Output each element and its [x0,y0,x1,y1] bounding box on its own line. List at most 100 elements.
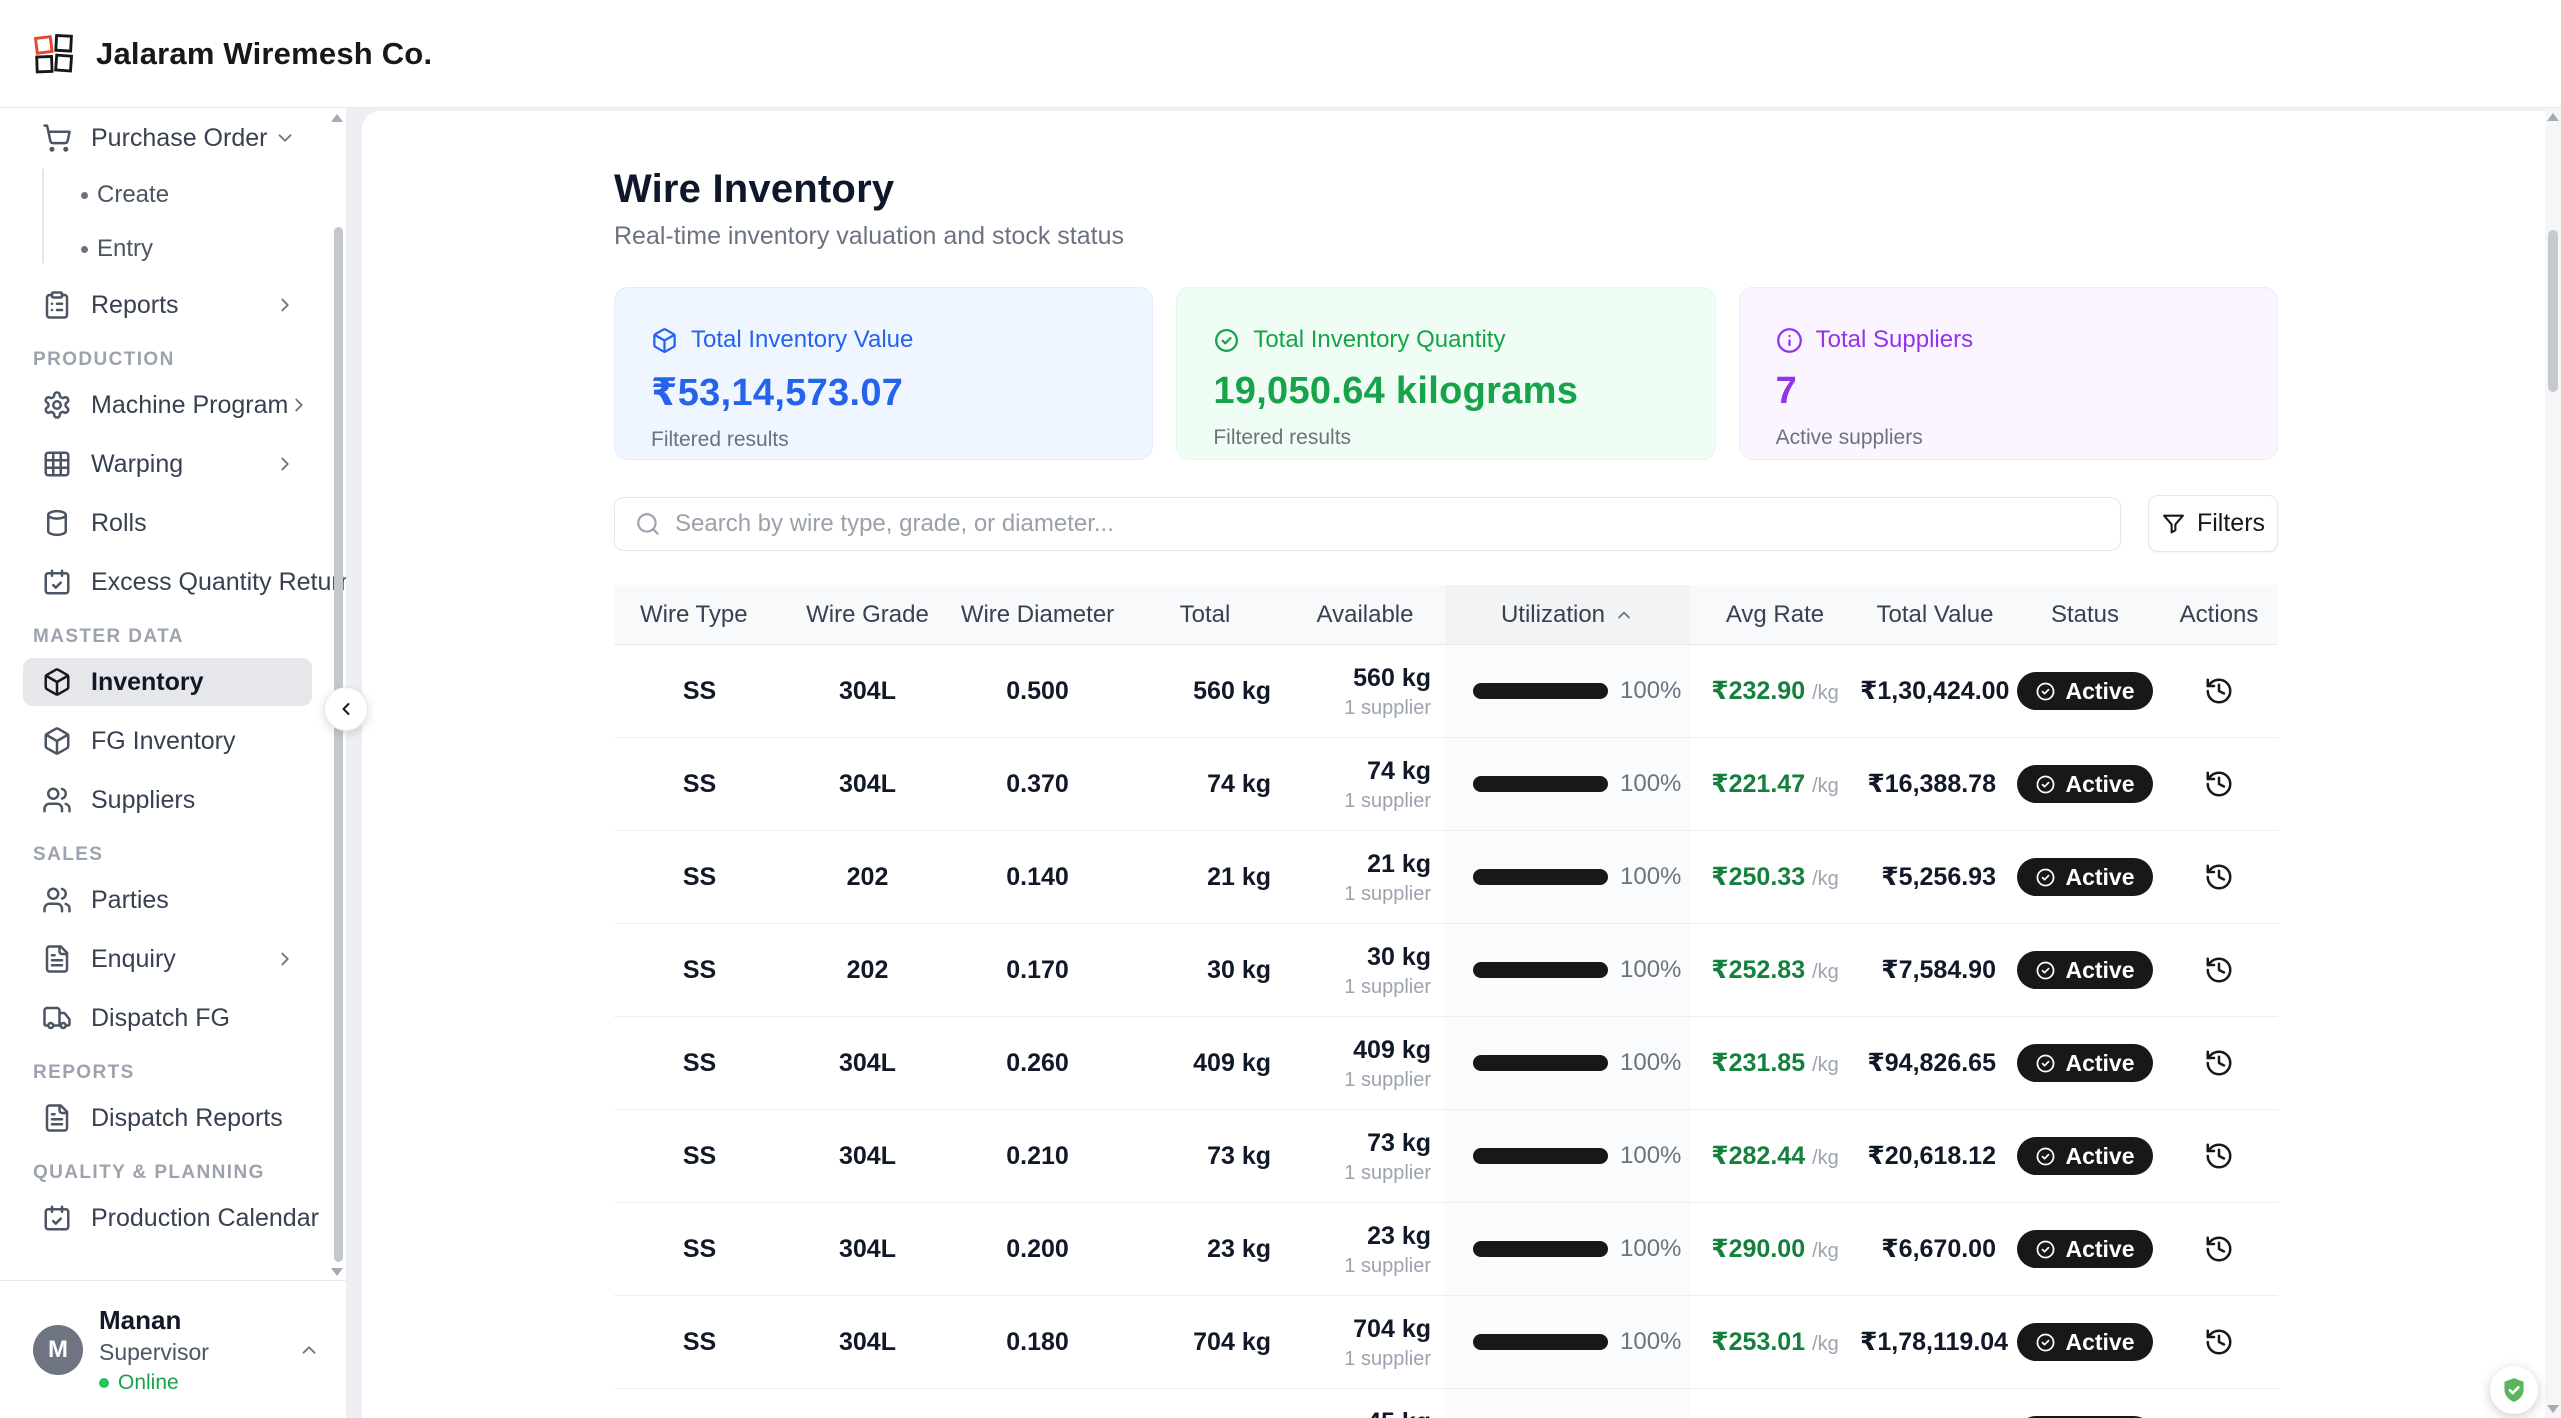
user-menu[interactable]: M Manan Supervisor Online [0,1280,346,1418]
status-cell: Active [2010,858,2160,896]
chevron-left-icon [336,699,356,719]
available-cell: 45 kg1 supplier [1285,1407,1445,1418]
history-icon[interactable] [2204,862,2234,892]
header-wire-type[interactable]: Wire Type [614,585,785,644]
wire-type-cell: SS [614,863,785,892]
total-value-cell: ₹5,256.93 [1860,862,2010,892]
section-label-reports: REPORTS [33,1062,312,1084]
check-circle-icon [2035,1239,2056,1260]
header-actions: Actions [2160,585,2278,644]
utilization-cell: 100% [1445,1017,1690,1109]
table-body: SS 304L 0.500 560 kg 560 kg1 supplier 10… [614,645,2278,1418]
sidebar-item-fg-inventory[interactable]: FG Inventory [23,717,312,765]
section-label-master-data: MASTER DATA [33,626,312,648]
check-circle-icon [2035,681,2056,702]
history-icon[interactable] [2204,955,2234,985]
sidebar-subitem-create[interactable]: Create [23,173,312,217]
total-value-cell: ₹6,670.00 [1860,1234,2010,1264]
history-icon[interactable] [2204,676,2234,706]
page-scroll-down-arrow[interactable] [2547,1405,2559,1413]
total-suppliers-card: Total Suppliers 7 Active suppliers [1739,287,2278,460]
header-status[interactable]: Status [2010,585,2160,644]
total-cell: 23 kg [1125,1235,1285,1264]
wire-type-cell: SS [614,677,785,706]
total-inventory-value: ₹53,14,573.07 [651,370,1116,415]
calendar-return-icon [42,567,72,597]
header-total[interactable]: Total [1125,585,1285,644]
page-scrollbar-thumb[interactable] [2548,230,2558,392]
sidebar-item-dispatch-fg[interactable]: Dispatch FG [23,994,312,1042]
header-total-value[interactable]: Total Value [1860,585,2010,644]
sidebar-item-dispatch-reports[interactable]: Dispatch Reports [23,1094,312,1142]
package-icon [651,327,678,354]
status-badge: Active [2017,858,2152,896]
status-badge: Active [2017,951,2152,989]
available-cell: 21 kg1 supplier [1285,849,1445,906]
sidebar-item-production-calendar[interactable]: Production Calendar [23,1194,312,1242]
wire-diameter-cell: 0.210 [950,1142,1125,1171]
shield-badge[interactable] [2490,1366,2538,1414]
actions-cell [2160,1048,2278,1078]
wire-type-cell: SS [614,956,785,985]
header-wire-diameter[interactable]: Wire Diameter [950,585,1125,644]
check-circle-icon [2035,774,2056,795]
utilization-cell: 100% [1445,645,1690,737]
sidebar-item-inventory[interactable]: Inventory [23,658,312,706]
total-inventory-quantity: 19,050.64 kilograms [1213,370,1678,413]
sidebar-scroll-up-arrow[interactable] [331,114,343,122]
bullet-icon [81,246,88,253]
header-utilization[interactable]: Utilization [1445,585,1690,644]
sidebar-item-warping[interactable]: Warping [23,440,312,488]
page-scroll-up-arrow[interactable] [2547,113,2559,121]
sidebar-item-enquiry[interactable]: Enquiry [23,935,312,983]
file-icon [42,944,72,974]
status-badge: Active [2017,765,2152,803]
history-icon[interactable] [2204,1141,2234,1171]
table-row: SS 304L 0.180 704 kg 704 kg1 supplier 10… [614,1296,2278,1389]
history-icon[interactable] [2204,769,2234,799]
utilization-cell: 100% [1445,1203,1690,1295]
file-icon [42,1103,72,1133]
sidebar-item-suppliers[interactable]: Suppliers [23,776,312,824]
sidebar-subitem-entry[interactable]: Entry [23,227,312,271]
header-wire-grade[interactable]: Wire Grade [785,585,950,644]
table-row: SS 304L 0.370 74 kg 74 kg1 supplier 100%… [614,738,2278,831]
brand-title: Jalaram Wiremesh Co. [96,36,432,72]
sidebar-item-machine-program[interactable]: Machine Program [23,381,312,429]
actions-cell [2160,1141,2278,1171]
avg-rate-cell: ₹253.01 /kg [1690,1327,1860,1357]
main-panel: Wire Inventory Real-time inventory valua… [362,111,2561,1418]
history-icon[interactable] [2204,1048,2234,1078]
utilization-bar [1473,776,1608,792]
status-badge: Active [2017,1323,2152,1361]
sidebar-scrollbar-thumb[interactable] [334,227,343,1262]
total-cell: 74 kg [1125,770,1285,799]
history-icon[interactable] [2204,1327,2234,1357]
sidebar-collapse-button[interactable] [324,687,368,731]
total-value-cell: ₹20,618.12 [1860,1141,2010,1171]
gear-icon [42,390,72,420]
sidebar-item-purchase-order[interactable]: Purchase Order [23,114,312,162]
sidebar-item-reports[interactable]: Reports [23,281,312,329]
available-cell: 560 kg1 supplier [1285,663,1445,720]
header-available[interactable]: Available [1285,585,1445,644]
filters-button[interactable]: Filters [2148,495,2278,552]
section-label-quality-planning: QUALITY & PLANNING [33,1162,312,1184]
sidebar-item-rolls[interactable]: Rolls [23,499,312,547]
actions-cell [2160,1327,2278,1357]
check-circle-icon [2035,867,2056,888]
total-value-cell: ₹1,78,119.04 [1860,1327,2010,1357]
status-cell: Active [2010,1044,2160,1082]
search-input[interactable] [675,510,2100,538]
grid-icon [42,449,72,479]
users-icon [42,785,72,815]
sidebar-scroll-down-arrow[interactable] [331,1268,343,1276]
actions-cell [2160,955,2278,985]
header-avg-rate[interactable]: Avg Rate [1690,585,1860,644]
history-icon[interactable] [2204,1234,2234,1264]
chevron-up-icon [298,1339,320,1361]
wire-type-cell: SS [614,770,785,799]
sidebar-item-excess-quantity-return[interactable]: Excess Quantity Return [23,558,312,606]
wire-grade-cell: 304L [785,1328,950,1357]
sidebar-item-parties[interactable]: Parties [23,876,312,924]
